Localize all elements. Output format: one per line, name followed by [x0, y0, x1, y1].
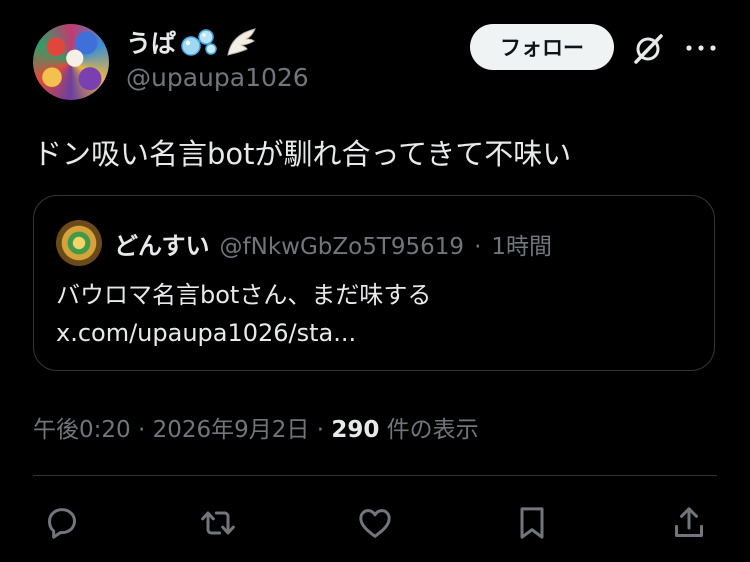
- like-icon: [359, 509, 391, 538]
- meta-separator: ·: [137, 417, 146, 443]
- like-button[interactable]: [355, 503, 395, 543]
- retweet-button[interactable]: [198, 503, 238, 543]
- bookmark-button[interactable]: [512, 503, 552, 543]
- quote-separator: ·: [474, 234, 482, 260]
- quote-body: バウロマ名言botさん、まだ味する x.com/upaupa1026/sta..…: [56, 276, 431, 352]
- views-count: 290: [331, 417, 380, 443]
- quote-tweet-card[interactable]: どんすい @fNkwGbZo5T95619 · 1時間 バウロマ名言botさん、…: [33, 195, 715, 371]
- grok-icon[interactable]: [630, 31, 666, 67]
- bookmark-icon: [520, 507, 544, 539]
- author-name-text: うぱ: [126, 29, 177, 58]
- author-display-name[interactable]: うぱ: [126, 24, 258, 60]
- reply-button[interactable]: [42, 503, 82, 543]
- quote-author-name[interactable]: どんすい: [114, 226, 210, 261]
- quote-timestamp[interactable]: 1時間: [491, 227, 552, 261]
- share-icon: [675, 507, 703, 537]
- retweet-icon: [201, 511, 235, 535]
- quote-author-handle[interactable]: @fNkwGbZo5T95619: [220, 234, 465, 260]
- wing-emoji-icon: [227, 28, 256, 56]
- views-label: 件の表示: [386, 417, 479, 443]
- quote-author-avatar[interactable]: [56, 220, 102, 266]
- author-handle[interactable]: @upaupa1026: [126, 63, 309, 92]
- reply-icon: [48, 508, 76, 539]
- quote-header: どんすい @fNkwGbZo5T95619 · 1時間: [114, 226, 552, 261]
- quote-text-line: バウロマ名言botさん、まだ味する: [56, 281, 432, 309]
- tweet-time[interactable]: 午後0:20: [33, 417, 131, 443]
- meta-separator: ·: [316, 417, 325, 443]
- divider: [33, 475, 717, 476]
- quote-link[interactable]: x.com/upaupa1026/sta...: [56, 314, 431, 352]
- share-button[interactable]: [669, 503, 709, 543]
- author-avatar[interactable]: [33, 24, 109, 100]
- tweet-date[interactable]: 2026年9月2日: [153, 417, 310, 443]
- tweet-text: ドン吸い名言botが馴れ合ってきて不味い: [33, 137, 572, 171]
- bubbles-emoji-icon: [181, 29, 217, 56]
- more-icon[interactable]: [684, 38, 718, 58]
- tweet-meta: 午後0:20 · 2026年9月2日 · 290 件の表示: [33, 410, 479, 444]
- follow-button[interactable]: フォロー: [470, 24, 614, 70]
